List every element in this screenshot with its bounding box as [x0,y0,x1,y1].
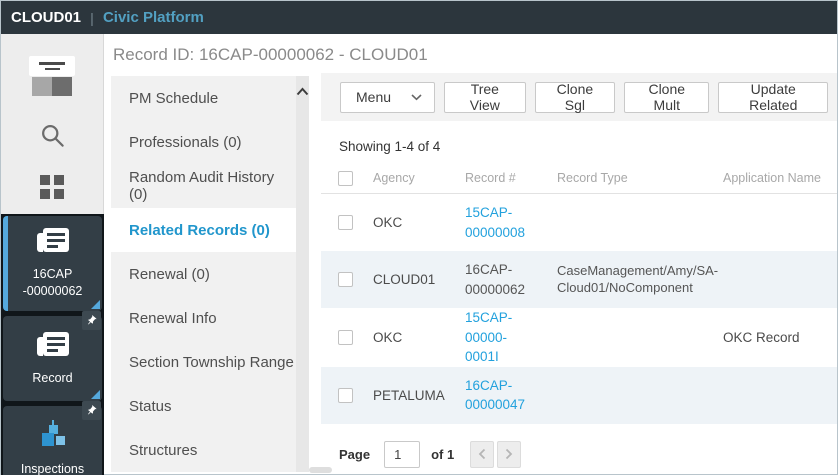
previous-page-button[interactable] [470,441,494,468]
tile-resize-corner [91,300,100,309]
pagination: Page of 1 [339,441,837,468]
agency-name: CLOUD01 [11,9,81,26]
table-header-row: Agency Record # Record Type Application … [321,163,837,194]
tile-label: 16CAP -00000062 [23,266,83,300]
tile-inspections[interactable]: Inspections [3,406,102,475]
update-related-button[interactable]: Update Related [718,82,828,113]
record-nav-panel: PM Schedule Professionals (0) Random Aud… [111,76,309,472]
related-records-toolbar: Menu Tree View Clone Sgl Clone Mult Upda… [321,73,837,121]
row-checkbox[interactable] [338,272,353,287]
page-title: Record ID: 16CAP-00000062 - CLOUD01 [105,34,837,65]
nav-item-renewal[interactable]: Renewal (0) [111,252,296,296]
record-icon [36,227,70,259]
agency-cell: CLOUD01 [365,272,457,287]
record-type-cell: CaseManagement/Amy/SA-Cloud01/NoComponen… [549,263,715,297]
column-header-record-number: Record # [457,171,549,185]
table-row: PETALUMA 16CAP-00000047 [321,367,837,424]
tile-16cap-00000062[interactable]: 16CAP -00000062 [3,216,102,311]
record-number-text: 16CAP-00000062 [465,262,525,297]
nav-item-renewal-info[interactable]: Renewal Info [111,296,296,340]
nav-item-related-records[interactable]: Related Records (0) [111,208,309,252]
nav-item-random-audit-history[interactable]: Random Audit History (0) [111,164,296,208]
application-name-cell: OKC Record [715,330,837,345]
tile-label: Inspections [21,461,84,475]
column-header-agency: Agency [365,171,457,185]
table-row: CLOUD01 16CAP-00000062 CaseManagement/Am… [321,251,837,308]
nav-scrollbar[interactable] [296,76,309,472]
main-area: Record ID: 16CAP-00000062 - CLOUD01 PM S… [105,34,837,474]
related-records-table: Agency Record # Record Type Application … [321,163,837,424]
page-label: Page [339,447,370,462]
clone-mult-button[interactable]: Clone Mult [624,82,709,113]
table-row: OKC 15CAP-00000008 [321,194,837,251]
next-page-button[interactable] [497,441,521,468]
topbar-divider: | [90,10,94,26]
chevron-up-icon[interactable] [296,82,309,100]
app-window: CLOUD01 | Civic Platform [0,0,838,475]
clone-sgl-button[interactable]: Clone Sgl [535,82,615,113]
launchpad-icon[interactable] [29,56,75,96]
chevron-down-icon [411,94,422,101]
row-checkbox[interactable] [338,388,353,403]
nav-item-pm-schedule[interactable]: PM Schedule [111,76,296,120]
horizontal-scrollbar-thumb[interactable] [309,467,332,473]
nav-item-professionals[interactable]: Professionals (0) [111,120,296,164]
record-icon [36,331,70,363]
related-records-content: Menu Tree View Clone Sgl Clone Mult Upda… [321,73,837,474]
agency-cell: PETALUMA [365,388,457,403]
top-bar: CLOUD01 | Civic Platform [1,1,837,34]
menu-button[interactable]: Menu [340,82,435,113]
table-row: OKC 15CAP-00000-0001I OKC Record [321,308,837,367]
agency-cell: OKC [365,330,457,345]
pin-icon[interactable] [82,401,101,420]
sidebar-icon-rail [1,34,104,214]
results-summary: Showing 1-4 of 4 [339,139,837,154]
launchpad-sidebar: 16CAP -00000062 [1,34,104,475]
select-all-checkbox[interactable] [338,171,353,186]
apps-grid-icon[interactable] [40,175,64,199]
record-number-link[interactable]: 15CAP-00000008 [465,205,525,240]
search-icon[interactable] [39,122,66,149]
nav-item-structures[interactable]: Structures [111,428,296,472]
nav-item-status[interactable]: Status [111,384,296,428]
launchpad-tiles: 16CAP -00000062 [1,214,104,475]
record-number-link[interactable]: 15CAP-00000-0001I [465,310,512,364]
tree-view-button[interactable]: Tree View [444,82,526,113]
agency-cell: OKC [365,215,457,230]
row-checkbox[interactable] [338,330,353,345]
active-tile-indicator [3,216,8,311]
tile-resize-corner [91,390,100,399]
chevron-left-icon [478,448,486,460]
nav-item-section-township-range[interactable]: Section Township Range [111,340,296,384]
column-header-application-name: Application Name [715,171,837,185]
tile-label: Record [32,370,72,387]
inspections-icon [38,420,68,454]
chevron-right-icon [505,448,513,460]
product-name-link[interactable]: Civic Platform [103,9,204,26]
menu-button-label: Menu [356,89,391,105]
pin-icon[interactable] [82,311,101,330]
page-number-input[interactable] [384,441,420,468]
page-of-label: of 1 [431,447,454,462]
row-checkbox[interactable] [338,215,353,230]
column-header-record-type: Record Type [549,171,715,185]
record-number-link[interactable]: 16CAP-00000047 [465,378,525,413]
tile-record[interactable]: Record [3,316,102,401]
